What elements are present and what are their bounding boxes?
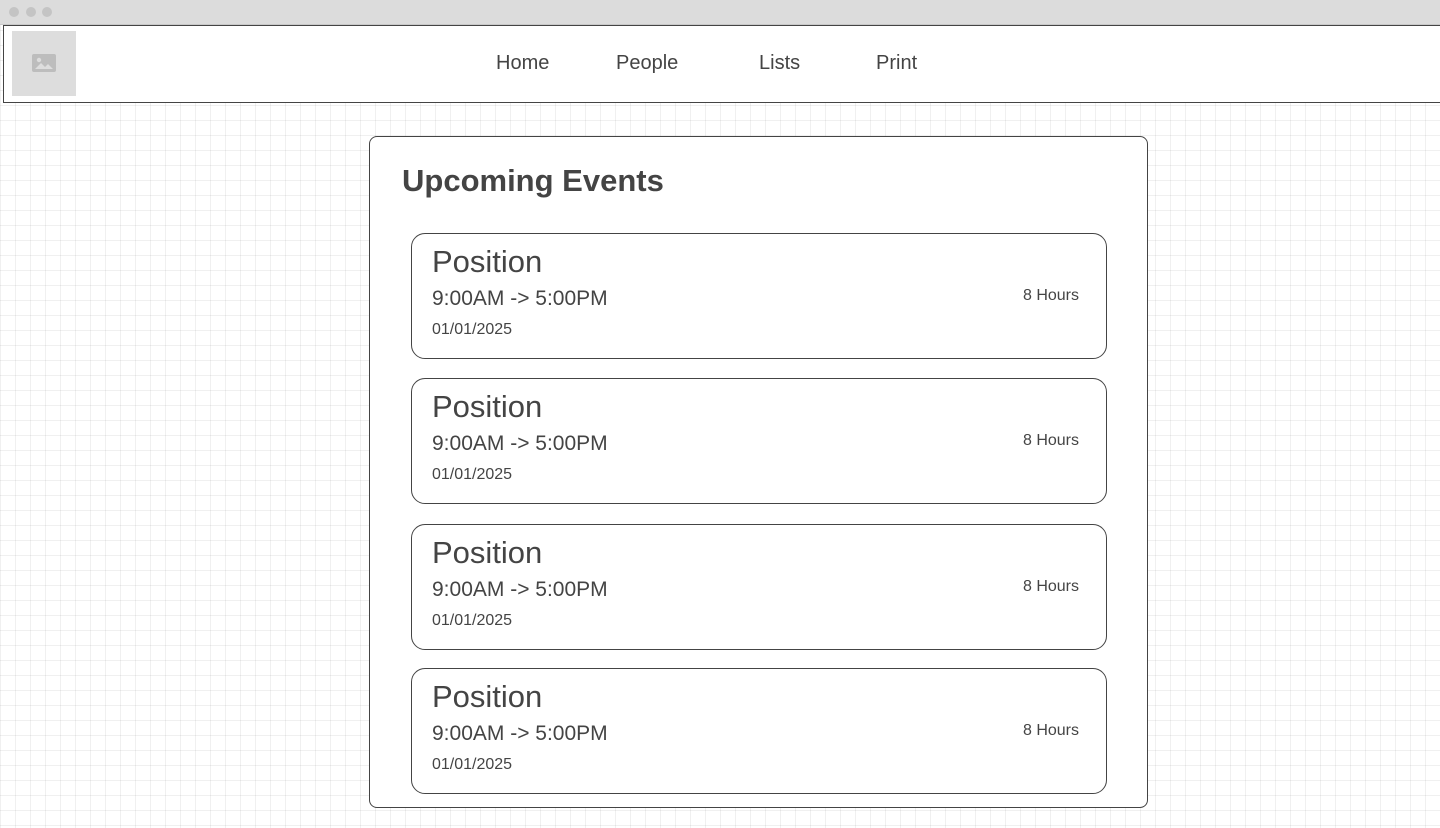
event-time-range: 9:00AM -> 5:00PM [432, 578, 608, 601]
event-duration: 8 Hours [1022, 432, 1079, 449]
event-card[interactable]: Position 9:00AM -> 5:00PM 01/01/2025 8 H… [411, 668, 1107, 794]
event-duration: 8 Hours [1022, 722, 1079, 739]
event-title: Position [432, 244, 543, 279]
window-maximize-button[interactable] [42, 7, 52, 17]
nav-link-home[interactable]: Home [496, 52, 549, 75]
event-date: 01/01/2025 [432, 612, 513, 629]
event-title: Position [432, 535, 543, 570]
nav-link-print[interactable]: Print [876, 52, 917, 75]
logo-image-placeholder[interactable] [12, 31, 76, 96]
event-time-range: 9:00AM -> 5:00PM [432, 287, 608, 310]
event-card[interactable]: Position 9:00AM -> 5:00PM 01/01/2025 8 H… [411, 233, 1107, 359]
window-titlebar [0, 0, 1440, 25]
nav-link-lists[interactable]: Lists [759, 52, 800, 75]
event-duration: 8 Hours [1022, 287, 1079, 304]
panel-title: Upcoming Events [402, 163, 664, 198]
event-card[interactable]: Position 9:00AM -> 5:00PM 01/01/2025 8 H… [411, 524, 1107, 650]
event-date: 01/01/2025 [432, 466, 513, 483]
event-title: Position [432, 389, 543, 424]
event-time-range: 9:00AM -> 5:00PM [432, 432, 608, 455]
event-time-range: 9:00AM -> 5:00PM [432, 722, 608, 745]
event-date: 01/01/2025 [432, 756, 513, 773]
top-navigation-bar: Home People Lists Print [3, 25, 1440, 103]
event-card[interactable]: Position 9:00AM -> 5:00PM 01/01/2025 8 H… [411, 378, 1107, 504]
event-title: Position [432, 679, 543, 714]
image-placeholder-icon [32, 54, 56, 72]
event-duration: 8 Hours [1022, 578, 1079, 595]
window-close-button[interactable] [9, 7, 19, 17]
upcoming-events-panel: Upcoming Events Position 9:00AM -> 5:00P… [369, 136, 1148, 808]
nav-link-people[interactable]: People [616, 52, 678, 75]
event-date: 01/01/2025 [432, 321, 513, 338]
window-minimize-button[interactable] [26, 7, 36, 17]
